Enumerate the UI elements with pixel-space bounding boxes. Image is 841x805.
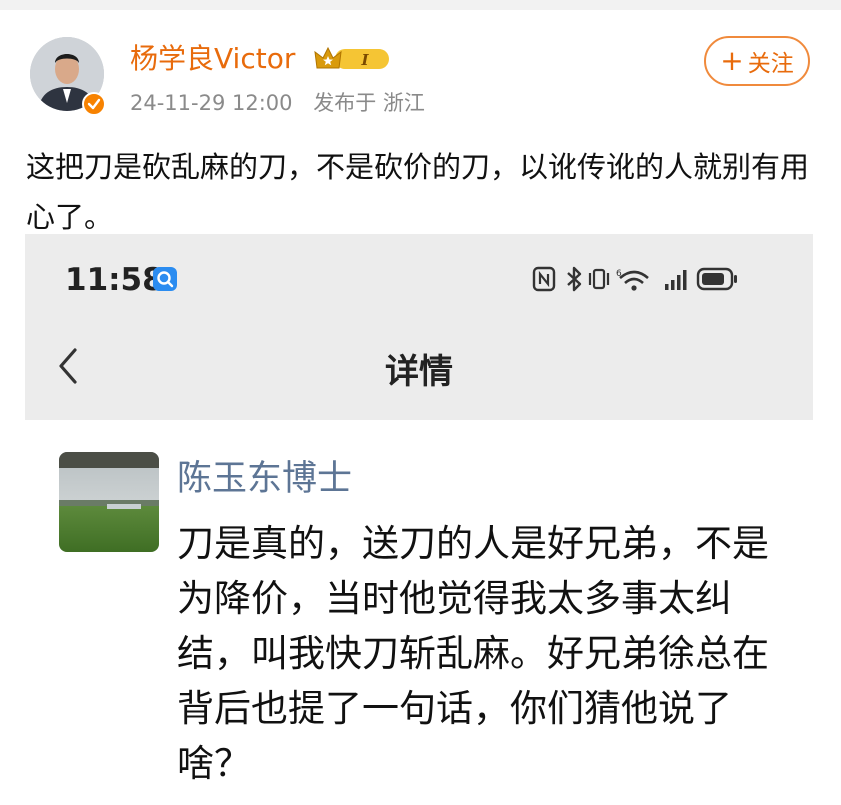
verified-icon — [82, 92, 106, 116]
post-date: 24-11-29 12:00 — [130, 91, 293, 115]
wifi-icon: 6 — [616, 269, 649, 291]
battery-icon — [696, 267, 737, 291]
post-meta: 24-11-29 12:00 发布于 浙江 — [130, 88, 425, 118]
author-name[interactable]: 杨学良Victor — [130, 40, 295, 78]
status-icons: 6 — [532, 266, 737, 292]
comment-body: 刀是真的，送刀的人是好兄弟，不是为降价，当时他觉得我太多事太纠结，叫我快刀斩乱麻… — [177, 522, 769, 785]
embedded-screenshot[interactable]: 11:58 6 详情 陈玉东博士 刀是真的，送刀的人是好兄弟，不是为降价，当时他… — [25, 234, 813, 805]
vip-level-text: I — [360, 51, 369, 69]
signal-icon — [665, 270, 687, 290]
search-app-icon — [153, 267, 177, 291]
follow-button[interactable]: + 关注 — [704, 36, 810, 86]
vibrate-icon — [588, 268, 610, 290]
commenter-avatar[interactable] — [59, 452, 159, 552]
plus-icon: + — [720, 44, 744, 77]
commenter-name[interactable]: 陈玉东博士 — [177, 454, 352, 504]
status-time: 11:58 — [65, 262, 164, 298]
post-body: 这把刀是砍乱麻的刀，不是砍价的刀，以讹传讹的人就别有用心了。 — [26, 150, 810, 234]
vip-crown-icon[interactable]: I — [313, 44, 391, 74]
top-strip — [0, 0, 841, 10]
post-location: 发布于 浙江 — [313, 91, 425, 115]
landscape-photo — [59, 452, 159, 552]
nfc-icon — [532, 266, 556, 292]
bluetooth-icon — [567, 266, 582, 292]
page-title: 详情 — [385, 352, 453, 392]
follow-label: 关注 — [747, 51, 794, 77]
